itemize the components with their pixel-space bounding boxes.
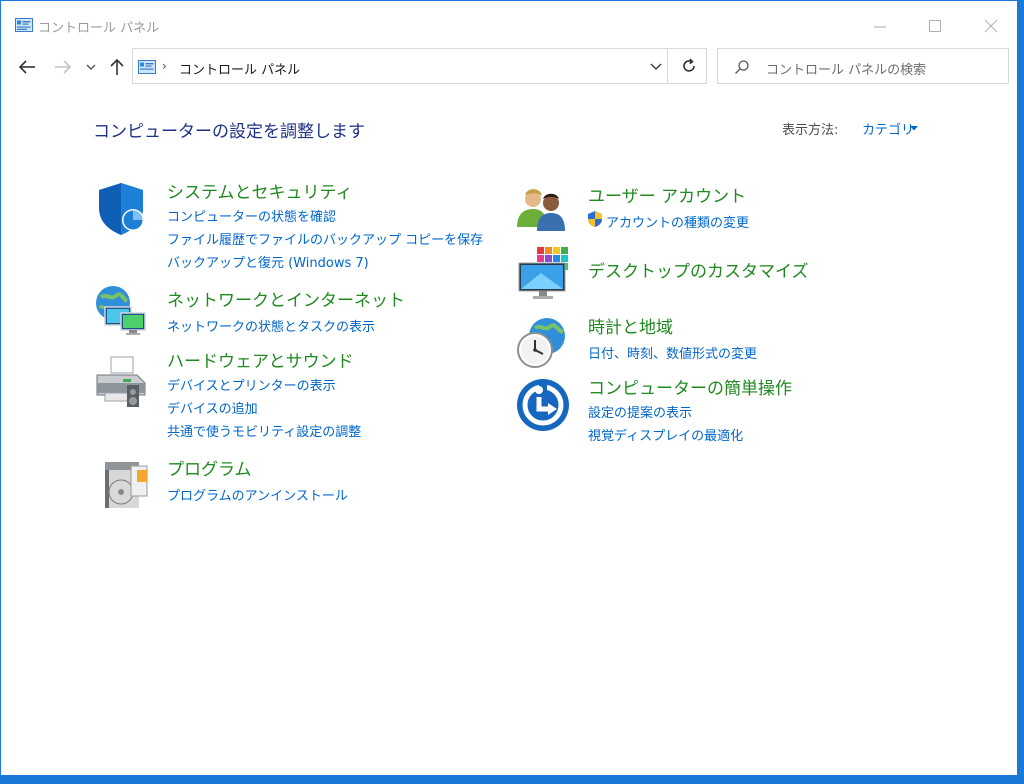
minimize-icon (874, 26, 886, 28)
link-mobility-settings[interactable]: 共通で使うモビリティ設定の調整 (167, 421, 361, 440)
category-hardware-sound[interactable]: ハードウェアとサウンド (167, 347, 354, 372)
printer-icon[interactable] (93, 353, 149, 409)
title-bar: コントロール パネル (1, 1, 1017, 45)
recent-locations-button[interactable] (85, 56, 101, 82)
category-system-security[interactable]: システムとセキュリティ (167, 178, 352, 203)
maximize-button[interactable] (912, 9, 958, 43)
link-change-date-time-format[interactable]: 日付、時刻、数値形式の変更 (588, 343, 757, 362)
link-network-status[interactable]: ネットワークの状態とタスクの表示 (167, 316, 375, 335)
category-network-internet[interactable]: ネットワークとインターネット (167, 286, 405, 311)
control-panel-icon (15, 18, 33, 32)
chevron-down-icon[interactable] (648, 58, 664, 74)
link-uninstall-program[interactable]: プログラムのアンインストール (167, 485, 348, 504)
arrow-right-icon (55, 60, 72, 74)
link-file-history-backup[interactable]: ファイル履歴でファイルのバックアップ コピーを保存 (167, 229, 483, 248)
category-clock-region[interactable]: 時計と地域 (588, 313, 673, 338)
search-box[interactable]: コントロール パネルの検索 (717, 48, 1009, 84)
control-panel-window: コントロール パネル › コントロール パネル コントロール パネルの検索 コン… (0, 0, 1018, 776)
category-programs[interactable]: プログラム (167, 455, 252, 480)
category-user-accounts[interactable]: ユーザー アカウント (588, 182, 746, 207)
maximize-icon (929, 20, 941, 32)
breadcrumb-control-panel[interactable]: コントロール パネル (179, 59, 300, 78)
category-ease-of-access[interactable]: コンピューターの簡単操作 (588, 374, 792, 399)
users-icon[interactable] (515, 183, 571, 239)
arrow-left-icon (18, 60, 35, 74)
search-icon (735, 60, 749, 74)
link-add-device[interactable]: デバイスの追加 (167, 398, 258, 417)
minimize-button[interactable] (857, 9, 903, 43)
back-button[interactable] (16, 56, 42, 82)
page-title: コンピューターの設定を調整します (93, 122, 365, 142)
link-change-account-type[interactable]: アカウントの種類の変更 (606, 212, 749, 231)
window-title: コントロール パネル (38, 21, 160, 36)
close-icon (984, 19, 998, 33)
desktop-color-icon[interactable] (515, 245, 571, 301)
close-button[interactable] (968, 9, 1014, 43)
category-appearance-personalization[interactable]: デスクトップのカスタマイズ (588, 257, 809, 282)
shield-icon[interactable] (93, 180, 149, 236)
network-globe-icon[interactable] (93, 283, 149, 339)
view-by-label: 表示方法: (782, 123, 839, 138)
ease-of-access-icon[interactable] (515, 377, 571, 433)
clock-globe-icon[interactable] (515, 314, 571, 370)
control-panel-icon (138, 60, 156, 74)
address-bar[interactable]: › コントロール パネル (132, 48, 707, 84)
breadcrumb-separator[interactable]: › (162, 59, 167, 73)
view-by-dropdown[interactable]: カテゴリ (862, 119, 914, 138)
caret-down-icon[interactable] (910, 126, 918, 131)
link-backup-restore[interactable]: バックアップと復元 (Windows 7) (167, 252, 369, 271)
address-divider (667, 49, 668, 83)
link-devices-printers[interactable]: デバイスとプリンターの表示 (167, 375, 336, 394)
refresh-icon[interactable] (680, 57, 698, 75)
arrow-up-icon (110, 58, 124, 75)
link-optimize-visual-display[interactable]: 視覚ディスプレイの最適化 (588, 425, 743, 444)
search-input[interactable]: コントロール パネルの検索 (766, 59, 926, 78)
chevron-down-icon (86, 64, 96, 70)
navigation-bar: › コントロール パネル コントロール パネルの検索 (1, 45, 1017, 91)
forward-button[interactable] (52, 56, 78, 82)
programs-disc-icon[interactable] (97, 456, 153, 512)
up-button[interactable] (106, 56, 132, 82)
link-get-recommendations[interactable]: 設定の提案の表示 (588, 402, 692, 421)
link-check-computer-status[interactable]: コンピューターの状態を確認 (167, 206, 336, 225)
uac-shield-icon (588, 211, 602, 227)
